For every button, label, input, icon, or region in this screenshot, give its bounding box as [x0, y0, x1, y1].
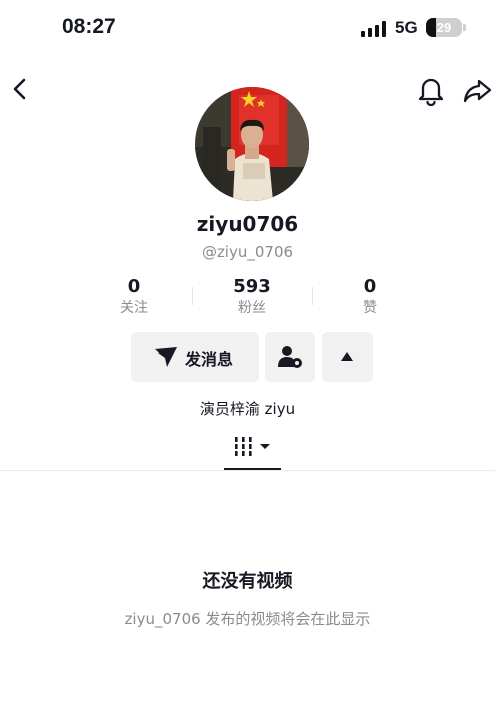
battery-tip: [463, 24, 466, 31]
send-message-button[interactable]: 发消息: [131, 332, 259, 382]
battery-percent: 29: [436, 20, 452, 35]
username: ziyu0706: [196, 212, 299, 236]
stat-value: 0: [363, 276, 377, 297]
send-message-label: 发消息: [185, 350, 234, 369]
friend-settings-button[interactable]: [265, 332, 315, 382]
stat-following[interactable]: 0 关注: [74, 276, 194, 318]
share-button[interactable]: [462, 74, 494, 106]
bell-icon: [418, 78, 444, 107]
more-options-button[interactable]: [322, 332, 373, 382]
status-time: 08:27: [62, 15, 116, 38]
stat-label: 关注: [120, 300, 148, 316]
profile-photo: [195, 87, 309, 201]
stat-value: 593: [233, 276, 271, 297]
stat-likes[interactable]: 0 赞: [310, 276, 430, 318]
stat-followers[interactable]: 593 粉丝: [192, 276, 312, 318]
avatar[interactable]: [195, 87, 309, 201]
battery-icon: 29: [426, 18, 462, 37]
back-button[interactable]: [6, 74, 36, 104]
status-bar: 08:27 5G 29: [0, 0, 495, 58]
profile-bio: 演员梓渝 ziyu: [199, 400, 296, 418]
notification-button[interactable]: [416, 74, 446, 107]
videos-tab[interactable]: [235, 436, 273, 458]
caret-up-icon: [341, 352, 353, 361]
stat-value: 0: [127, 276, 141, 297]
share-arrow-icon: [463, 79, 492, 103]
stat-label: 粉丝: [238, 300, 266, 316]
tab-divider: [0, 470, 495, 471]
stat-label: 赞: [363, 300, 377, 316]
signal-icon: [361, 21, 387, 37]
user-handle: @ziyu_0706: [201, 243, 294, 261]
chevron-left-icon: [13, 78, 26, 100]
empty-state-subtitle: ziyu_0706 发布的视频将会在此显示: [124, 610, 371, 628]
network-type: 5G: [395, 18, 418, 37]
user-settings-icon: [278, 346, 302, 368]
grid-columns-icon: [235, 437, 270, 456]
empty-state-title: 还没有视频: [202, 571, 293, 592]
send-icon: [155, 347, 177, 367]
